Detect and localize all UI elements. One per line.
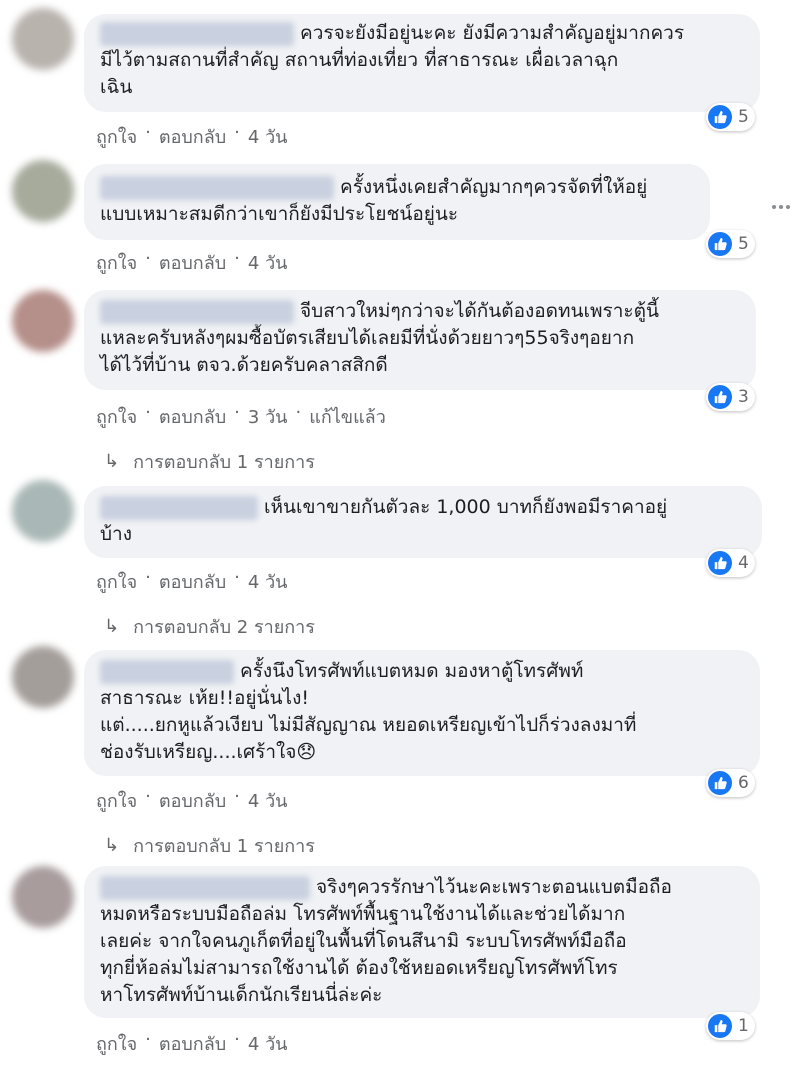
comment-text: จีบสาวใหม่ๆกว่าจะได้กันต้องอดทนเพราะตู้น… [100,299,659,376]
comment-bubble: ครั้งนึงโทรศัพท์แบตหมด มองหาตู้โทรศัพท์ … [84,650,760,776]
edited-label: แก้ไขแล้ว [309,407,386,428]
separator: · [234,786,240,807]
avatar[interactable] [12,160,74,222]
like-link[interactable]: ถูกใจ [96,402,137,431]
avatar[interactable] [12,290,74,352]
like-icon [708,551,732,575]
reply-link[interactable]: ตอบกลับ [159,402,226,431]
separator: · [145,248,151,269]
separator: · [295,402,302,423]
like-icon [708,1014,732,1038]
reaction-summary[interactable]: 6 [706,769,755,797]
comment-text: เห็นเขาขายกันตัวละ 1,000 บาทก็ยังพอมีราค… [100,495,668,545]
comment-actions: ถูกใจ · ตอบกลับ · 4 วัน [96,248,287,277]
separator: · [145,786,151,807]
comment-bubble: เห็นเขาขายกันตัวละ 1,000 บาทก็ยังพอมีราค… [84,486,762,558]
reaction-count: 5 [738,234,749,254]
avatar[interactable] [12,8,74,70]
reaction-count: 3 [738,387,749,407]
comment-actions: ถูกใจ · ตอบกลับ · 4 วัน [96,786,287,815]
separator: · [234,122,240,143]
like-link[interactable]: ถูกใจ [96,122,137,151]
like-icon [708,232,732,256]
author-name-redacted[interactable] [100,495,258,520]
separator: · [234,248,240,269]
timestamp[interactable]: 3 วัน [248,402,288,431]
author-name-redacted[interactable] [100,875,310,900]
replies-count-label: การตอบกลับ 1 รายการ [133,836,315,857]
like-icon [708,385,732,409]
replies-count-label: การตอบกลับ 1 รายการ [133,452,315,473]
like-link[interactable]: ถูกใจ [96,1029,137,1058]
reply-link[interactable]: ตอบกลับ [159,786,226,815]
reaction-count: 4 [738,553,749,573]
reaction-summary[interactable]: 3 [706,383,755,411]
separator: · [145,402,151,423]
reaction-summary[interactable]: 4 [706,549,755,577]
replies-count-label: การตอบกลับ 2 รายการ [133,617,315,638]
author-name-redacted[interactable] [100,175,334,200]
reply-link[interactable]: ตอบกลับ [159,1029,226,1058]
comment-bubble: จริงๆควรรักษาไว้นะคะเพราะตอนแบตมือถือ หม… [84,866,760,1018]
reply-arrow-icon: ↳ [104,835,120,856]
comment-bubble: จีบสาวใหม่ๆกว่าจะได้กันต้องอดทนเพราะตู้น… [84,290,756,390]
avatar[interactable] [12,866,74,928]
more-options-icon[interactable] [772,205,792,209]
reaction-summary[interactable]: 5 [706,230,755,258]
like-icon [708,105,732,129]
separator: · [234,1029,240,1050]
separator: · [145,1029,151,1050]
comment-text: ครั้งนึงโทรศัพท์แบตหมด มองหาตู้โทรศัพท์ … [100,659,637,763]
timestamp[interactable]: 4 วัน [248,1029,288,1058]
comment-text: ควรจะยังมีอยู่นะคะ ยังมีความสำคัญอยู่มาก… [100,21,685,98]
comment-text: ครั้งหนึ่งเคยสำคัญมากๆควรจัดที่ให้อยู่ แ… [100,175,648,225]
view-replies-link[interactable]: ↳ การตอบกลับ 1 รายการ [104,447,315,476]
like-icon [708,771,732,795]
avatar[interactable] [12,480,74,542]
view-replies-link[interactable]: ↳ การตอบกลับ 2 รายการ [104,612,315,641]
view-replies-link[interactable]: ↳ การตอบกลับ 1 รายการ [104,831,315,860]
reaction-count: 5 [738,107,749,127]
reply-link[interactable]: ตอบกลับ [159,122,226,151]
timestamp[interactable]: 4 วัน [248,567,288,596]
separator: · [234,402,240,423]
reply-arrow-icon: ↳ [104,616,120,637]
reaction-summary[interactable]: 1 [706,1012,755,1040]
timestamp[interactable]: 4 วัน [248,248,288,277]
comment-text: จริงๆควรรักษาไว้นะคะเพราะตอนแบตมือถือ หม… [100,875,672,1006]
like-link[interactable]: ถูกใจ [96,248,137,277]
separator: · [145,567,151,588]
like-link[interactable]: ถูกใจ [96,567,137,596]
comment-actions: ถูกใจ · ตอบกลับ · 3 วัน · แก้ไขแล้ว [96,402,386,431]
timestamp[interactable]: 4 วัน [248,786,288,815]
reply-link[interactable]: ตอบกลับ [159,248,226,277]
author-name-redacted[interactable] [100,299,294,324]
comment-actions: ถูกใจ · ตอบกลับ · 4 วัน [96,122,287,151]
reply-link[interactable]: ตอบกลับ [159,567,226,596]
comment-bubble: ครั้งหนึ่งเคยสำคัญมากๆควรจัดที่ให้อยู่ แ… [84,164,710,240]
reply-arrow-icon: ↳ [104,451,120,472]
author-name-redacted[interactable] [100,21,294,46]
reaction-count: 1 [738,1016,749,1036]
separator: · [234,567,240,588]
reaction-summary[interactable]: 5 [706,103,755,131]
comment-actions: ถูกใจ · ตอบกลับ · 4 วัน [96,567,287,596]
author-name-redacted[interactable] [100,659,234,684]
comment-bubble: ควรจะยังมีอยู่นะคะ ยังมีความสำคัญอยู่มาก… [84,14,760,112]
timestamp[interactable]: 4 วัน [248,122,288,151]
avatar[interactable] [12,646,74,708]
comment-actions: ถูกใจ · ตอบกลับ · 4 วัน [96,1029,287,1058]
separator: · [145,122,151,143]
reaction-count: 6 [738,773,749,793]
like-link[interactable]: ถูกใจ [96,786,137,815]
